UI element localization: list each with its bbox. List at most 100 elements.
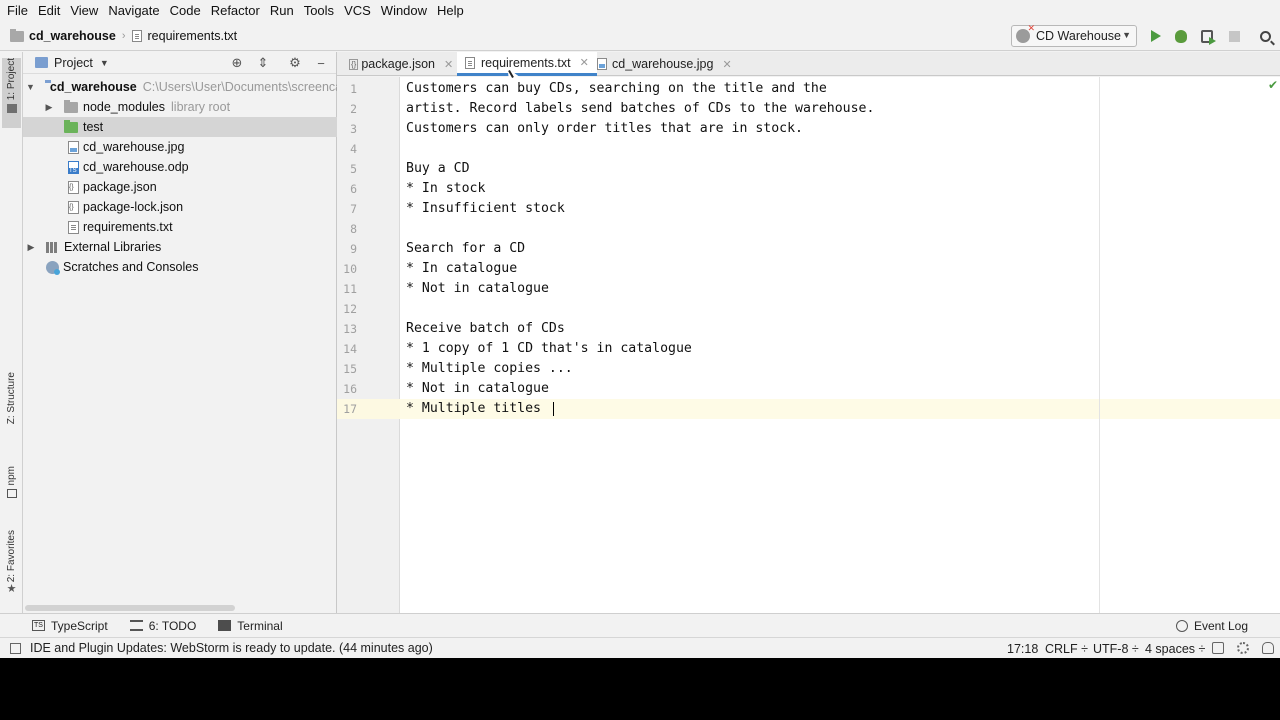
inspection-settings-icon[interactable] — [1237, 642, 1249, 654]
tree-item-label: Scratches and Consoles — [63, 260, 199, 274]
menu-window[interactable]: Window — [376, 0, 432, 22]
inspection-ok-icon[interactable]: ✔ — [1268, 78, 1278, 92]
gear-icon[interactable]: ⚙ — [287, 55, 303, 71]
tree-item-package-lock-json[interactable]: package-lock.json — [23, 197, 337, 217]
code-line[interactable]: artist. Record labels send batches of CD… — [406, 99, 874, 119]
notifications-icon[interactable] — [1262, 642, 1274, 654]
menu-navigate[interactable]: Navigate — [103, 0, 164, 22]
chevron-right-icon[interactable]: ▶ — [44, 102, 54, 113]
tab-label: requirements.txt — [481, 55, 571, 70]
code-line[interactable]: Search for a CD — [406, 239, 525, 259]
line-number: 8 — [350, 222, 357, 236]
tab-requirements-txt[interactable]: requirements.txt ✕ — [457, 52, 597, 76]
toggle-tool-windows-icon[interactable] — [10, 642, 21, 654]
encoding-select[interactable]: UTF-8 ÷ — [1093, 638, 1139, 658]
status-message[interactable]: IDE and Plugin Updates: WebStorm is read… — [30, 641, 433, 655]
terminal-tool-button[interactable]: Terminal — [218, 619, 294, 633]
hide-panel-icon[interactable]: − — [313, 55, 329, 71]
horizontal-scrollbar[interactable] — [25, 605, 235, 611]
event-log-button[interactable]: Event Log — [1175, 619, 1248, 633]
locate-target-icon[interactable]: ⊕ — [229, 55, 245, 71]
chevron-down-icon[interactable]: ▼ — [100, 58, 109, 68]
todo-tool-button[interactable]: 6: TODO — [129, 618, 209, 633]
tree-item-external-libraries[interactable]: ▶ External Libraries — [23, 237, 337, 257]
code-line[interactable]: Customers can only order titles that are… — [406, 119, 803, 139]
menu-tools[interactable]: Tools — [299, 0, 339, 22]
tab-favorites[interactable]: 2: Favorites ★ — [2, 530, 21, 605]
run-config-icon — [1016, 23, 1035, 43]
bottom-tool-bar: TS TypeScript 6: TODO Terminal Event Log — [0, 613, 1280, 637]
code-line[interactable]: Customers can buy CDs, searching on the … — [406, 79, 827, 99]
project-panel-header: Project ▼ ⊕ ⇕ ⚙ − — [23, 52, 336, 74]
debug-button[interactable] — [1171, 26, 1191, 46]
close-icon[interactable]: ✕ — [580, 56, 589, 69]
terminal-icon — [218, 620, 232, 631]
terminal-label: Terminal — [237, 618, 283, 633]
menu-file[interactable]: File — [2, 0, 33, 22]
close-icon[interactable]: ✕ — [722, 58, 731, 71]
breadcrumb-file[interactable]: requirements.txt — [148, 29, 238, 43]
run-configuration-select[interactable]: CD Warehouse ▼ — [1011, 23, 1137, 47]
line-number: 9 — [350, 242, 357, 256]
code-line[interactable]: * In catalogue — [406, 259, 517, 279]
code-line[interactable]: * Multiple copies ... — [406, 359, 573, 379]
stop-icon — [1228, 30, 1240, 42]
status-bar: IDE and Plugin Updates: WebStorm is read… — [0, 637, 1280, 658]
project-view-select[interactable]: Project — [54, 56, 93, 70]
project-panel: Project ▼ ⊕ ⇕ ⚙ − ▼ cd_warehouse C:\User… — [23, 52, 342, 613]
menu-refactor[interactable]: Refactor — [206, 0, 265, 22]
tree-item-scratches[interactable]: Scratches and Consoles — [23, 257, 337, 277]
tab-project[interactable]: 1: Project — [2, 58, 21, 128]
code-line[interactable]: Receive batch of CDs — [406, 319, 565, 339]
tree-item-package-json[interactable]: package.json — [23, 177, 337, 197]
project-icon — [35, 57, 48, 68]
tab-label: cd_warehouse.jpg — [612, 57, 714, 71]
image-file-icon — [597, 58, 607, 70]
close-icon[interactable]: ✕ — [444, 58, 453, 71]
menu-vcs[interactable]: VCS — [339, 0, 376, 22]
code-line[interactable]: * Not in catalogue — [406, 379, 549, 399]
tree-item-node-modules[interactable]: ▶ node_modules library root — [23, 97, 337, 117]
debug-icon — [1175, 29, 1187, 43]
indent-select[interactable]: 4 spaces ÷ — [1145, 638, 1205, 658]
line-number: 3 — [350, 122, 357, 136]
search-everywhere-button[interactable] — [1255, 26, 1275, 46]
tab-cd-warehouse-jpg[interactable]: cd_warehouse.jpg ✕ — [589, 52, 740, 76]
menu-view[interactable]: View — [65, 0, 103, 22]
chevron-right-icon[interactable]: ▶ — [26, 242, 36, 253]
lock-icon[interactable] — [1212, 642, 1224, 654]
menu-help[interactable]: Help — [432, 0, 469, 22]
tree-item-cd-warehouse[interactable]: ▼ cd_warehouse C:\Users\User\Documents\s… — [23, 77, 342, 97]
menu-run[interactable]: Run — [265, 0, 299, 22]
search-icon — [1259, 30, 1271, 42]
caret-position[interactable]: 17:18 — [1007, 638, 1038, 658]
code-line[interactable]: Buy a CD — [406, 159, 470, 179]
tab-npm[interactable]: npm — [2, 466, 21, 510]
todo-label: 6: TODO — [148, 618, 197, 633]
typescript-tool-button[interactable]: TS TypeScript — [32, 619, 120, 633]
code-line[interactable]: * Insufficient stock — [406, 199, 565, 219]
chevron-down-icon[interactable]: ▼ — [26, 82, 35, 92]
tab-favorites-label: 2: Favorites — [6, 530, 17, 583]
collapse-all-icon[interactable]: ⇕ — [255, 55, 271, 71]
library-icon — [46, 241, 59, 253]
tab-structure[interactable]: Z: Structure — [2, 372, 21, 442]
line-separator-select[interactable]: CRLF ÷ — [1045, 638, 1088, 658]
menu-edit[interactable]: Edit — [33, 0, 65, 22]
tree-item-test[interactable]: test — [23, 117, 337, 137]
breadcrumb-project[interactable]: cd_warehouse — [29, 29, 116, 43]
code-line[interactable]: * Multiple titles — [406, 399, 541, 419]
tab-package-json[interactable]: {} package.json ✕ — [341, 52, 461, 76]
code-line[interactable]: * Not in catalogue — [406, 279, 549, 299]
line-number: 1 — [350, 82, 357, 96]
code-line[interactable]: * In stock — [406, 179, 485, 199]
tree-item-cd-warehouse-odp[interactable]: cd_warehouse.odp — [23, 157, 337, 177]
code-line[interactable]: * 1 copy of 1 CD that's in catalogue — [406, 339, 692, 359]
tree-item-cd-warehouse-jpg[interactable]: cd_warehouse.jpg — [23, 137, 337, 157]
stop-button[interactable] — [1224, 26, 1244, 46]
tree-item-requirements-txt[interactable]: requirements.txt — [23, 217, 337, 237]
run-button[interactable] — [1146, 26, 1166, 46]
left-tool-strip: 1: Project Z: Structure npm 2: Favorites… — [0, 52, 23, 613]
menu-code[interactable]: Code — [165, 0, 206, 22]
run-with-coverage-button[interactable] — [1197, 26, 1217, 46]
